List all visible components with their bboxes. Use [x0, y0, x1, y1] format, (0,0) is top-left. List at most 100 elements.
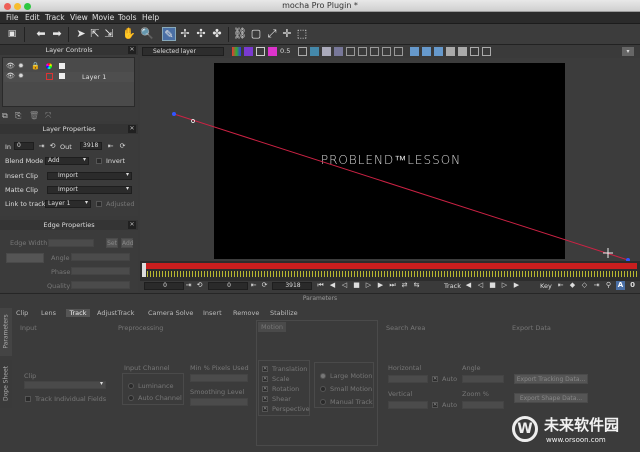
zoom-field[interactable] — [462, 401, 504, 409]
smoothing-level-field[interactable] — [190, 398, 248, 406]
watermark-logo-icon: W — [512, 416, 538, 442]
vertical-auto-checkbox[interactable]: ✕ — [432, 402, 438, 408]
track-label: Track — [444, 282, 462, 290]
watermark-url: www.orsoon.com — [546, 436, 606, 444]
search-angle-field[interactable] — [462, 375, 504, 383]
preprocessing-group-title: Preprocessing — [118, 324, 164, 332]
parameters-title: Parameters — [302, 295, 338, 302]
scale-checkbox[interactable]: ✕ — [262, 376, 268, 382]
smoothing-level-label: Smoothing Level — [190, 388, 245, 396]
tab-adjusttrack[interactable]: AdjustTrack — [97, 309, 142, 317]
playhead[interactable] — [142, 263, 146, 277]
go-to-end-icon[interactable]: ⏭ — [388, 281, 397, 290]
crosshair-cursor-icon — [603, 248, 613, 258]
tab-stabilize[interactable]: Stabilize — [270, 309, 305, 317]
rotation-label: Rotation — [272, 385, 300, 393]
horizontal-auto-checkbox[interactable]: ✕ — [432, 376, 438, 382]
tab-track[interactable]: Track — [66, 309, 90, 317]
translation-checkbox[interactable]: ✕ — [262, 366, 268, 372]
luminance-radio[interactable] — [128, 383, 134, 389]
min-pixels-label: Min % Pixels Used — [190, 364, 249, 372]
reset-in-icon[interactable]: ⟲ — [195, 281, 204, 290]
timeline[interactable] — [140, 261, 640, 281]
manual-track-label: Manual Track — [330, 398, 373, 406]
loop-mode-icon[interactable]: ⇆ — [412, 281, 421, 290]
perspective-label: Perspective — [272, 405, 310, 413]
key-label: Key — [540, 282, 552, 290]
side-tab-dope-sheet-label: Dope Sheet — [2, 365, 10, 402]
export-data-group-title: Export Data — [512, 324, 551, 332]
search-angle-label: Angle — [462, 364, 481, 372]
end-frame-field[interactable]: 3918 — [272, 282, 312, 290]
delete-key-icon[interactable]: ◇ — [580, 281, 589, 290]
play-forward-icon[interactable]: ▷ — [364, 281, 373, 290]
track-individual-fields-label: Track Individual Fields — [35, 395, 107, 403]
prev-key-icon[interactable]: ⇤ — [556, 281, 565, 290]
tab-remove[interactable]: Remove — [233, 309, 263, 317]
step-forward-icon[interactable]: ▶ — [376, 281, 385, 290]
luminance-label: Luminance — [138, 382, 174, 390]
input-channel-label: Input Channel — [124, 364, 170, 372]
reset-out-icon[interactable]: ⟳ — [260, 281, 269, 290]
tab-insert[interactable]: Insert — [203, 309, 228, 317]
start-frame-field[interactable]: 0 — [144, 282, 184, 290]
export-tracking-data-button[interactable]: Export Tracking Data... — [514, 374, 588, 384]
vertical-label: Vertical — [388, 390, 413, 398]
zoom-label: Zoom % — [462, 390, 489, 398]
shear-label: Shear — [272, 395, 291, 403]
auto-channel-radio[interactable] — [128, 395, 134, 401]
min-pixels-field[interactable] — [190, 374, 248, 382]
track-frame-backward-icon[interactable]: ◁ — [476, 281, 485, 290]
tab-clip[interactable]: Clip — [16, 309, 36, 317]
set-out-icon[interactable]: ⇤ — [249, 281, 258, 290]
track-backward-icon[interactable]: ◀ — [464, 281, 473, 290]
rotation-checkbox[interactable]: ✕ — [262, 386, 268, 392]
step-back-icon[interactable]: ◀ — [328, 281, 337, 290]
translation-label: Translation — [272, 365, 308, 373]
key-icon[interactable]: ⚲ — [604, 281, 613, 290]
spline-point — [172, 112, 176, 116]
autokey-icon[interactable]: A — [616, 281, 625, 290]
large-motion-radio[interactable] — [320, 373, 326, 379]
watermark: W 未来软件园 www.orsoon.com — [510, 412, 636, 450]
side-tab-parameters[interactable]: Parameters — [0, 308, 12, 356]
input-group-title: Input — [20, 324, 37, 332]
side-tab-dope-sheet[interactable]: Dope Sheet — [0, 360, 12, 408]
track-forward-icon[interactable]: ▶ — [512, 281, 521, 290]
search-area-group-title: Search Area — [386, 324, 426, 332]
scale-label: Scale — [272, 375, 290, 383]
manual-track-radio[interactable] — [320, 399, 326, 405]
clip-select[interactable] — [24, 381, 106, 389]
export-shape-data-button[interactable]: Export Shape Data... — [514, 393, 588, 403]
motion-group-title: Motion — [261, 323, 284, 331]
next-key-icon[interactable]: ⇥ — [592, 281, 601, 290]
stop-tracking-icon[interactable]: ■ — [488, 281, 497, 290]
timeline-keyframe-ticks — [144, 271, 637, 277]
watermark-text: 未来软件园 — [544, 416, 620, 434]
set-in-icon[interactable]: ⇥ — [184, 281, 193, 290]
large-motion-label: Large Motion — [330, 372, 373, 380]
stop-icon[interactable]: ■ — [352, 281, 361, 290]
small-motion-radio[interactable] — [320, 386, 326, 392]
track-individual-fields-checkbox[interactable] — [25, 396, 31, 402]
vertical-auto-label: Auto — [442, 401, 458, 409]
add-key-icon[interactable]: ◆ — [568, 281, 577, 290]
timeline-range-bar[interactable] — [144, 263, 637, 269]
horizontal-label: Horizontal — [388, 364, 422, 372]
horizontal-field[interactable] — [388, 375, 428, 383]
tab-camera-solve[interactable]: Camera Solve — [148, 309, 198, 317]
delete-all-keys-icon[interactable]: 0 — [628, 281, 637, 290]
play-backward-icon[interactable]: ◁ — [340, 281, 349, 290]
motion-group-header: Motion — [258, 322, 286, 332]
loop-icon[interactable]: ⇄ — [400, 281, 409, 290]
vertical-field[interactable] — [388, 401, 428, 409]
tab-lens[interactable]: Lens — [41, 309, 61, 317]
go-to-start-icon[interactable]: ⏮ — [316, 281, 325, 290]
track-frame-forward-icon[interactable]: ▷ — [500, 281, 509, 290]
perspective-checkbox[interactable]: ✕ — [262, 406, 268, 412]
shear-checkbox[interactable]: ✕ — [262, 396, 268, 402]
horizontal-auto-label: Auto — [442, 375, 458, 383]
side-tab-parameters-label: Parameters — [2, 314, 10, 349]
current-frame-field[interactable]: 0 — [208, 282, 248, 290]
transport-bar: 0 ⇥ ⟲ 0 ⇤ ⟳ 3918 ⏮ ◀ ◁ ■ ▷ ▶ ⏭ ⇄ ⇆ Track… — [140, 281, 640, 293]
